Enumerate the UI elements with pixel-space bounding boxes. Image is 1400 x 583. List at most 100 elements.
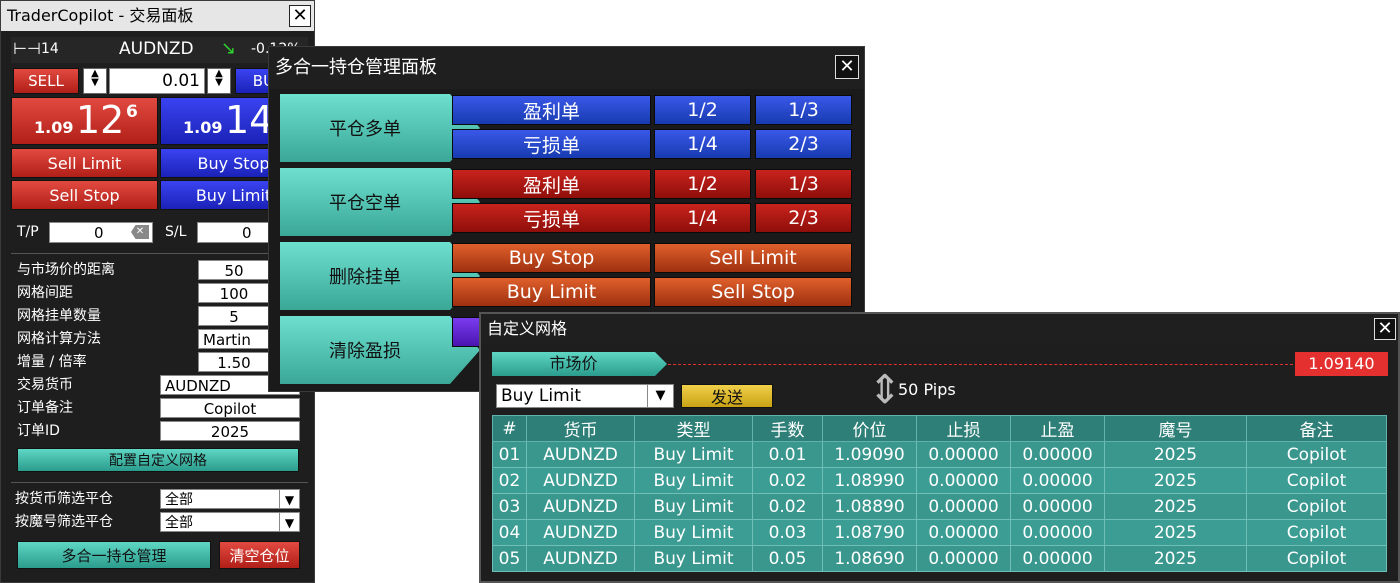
sl-label: S/L xyxy=(165,224,187,240)
table-cell: 1.08990 xyxy=(822,467,917,494)
tp-input[interactable]: 0 ✕ xyxy=(49,222,153,243)
close-long-button[interactable]: 平仓多单 xyxy=(280,94,480,162)
param-label: 网格计算方法 xyxy=(17,331,101,347)
param-input[interactable]: Martin xyxy=(198,329,270,349)
column-header: 止盈 xyxy=(1010,415,1105,442)
table-cell: Copilot xyxy=(1246,441,1387,468)
table-cell: AUDNZD xyxy=(526,519,635,546)
table-cell: 03 xyxy=(492,493,527,520)
table-cell: 04 xyxy=(492,519,527,546)
table-cell: 0.02 xyxy=(752,467,823,494)
clear-icon[interactable]: ✕ xyxy=(131,225,149,239)
lot-spinner-right[interactable]: ▲ ▼ xyxy=(207,68,231,94)
close-short-half-button[interactable]: 1/2 xyxy=(654,169,751,199)
close-long-two-thirds-button[interactable]: 2/3 xyxy=(755,129,852,159)
table-cell: 0.00000 xyxy=(1010,493,1105,520)
close-long-quarter-button[interactable]: 1/4 xyxy=(654,129,751,159)
close-short-button[interactable]: 平仓空单 xyxy=(280,168,480,236)
delete-buy-stop-button[interactable]: Buy Stop xyxy=(452,243,651,273)
filter-magic-select[interactable]: 全部 ▼ xyxy=(160,512,300,532)
sl-value: 0 xyxy=(242,224,252,242)
close-short-quarter-button[interactable]: 1/4 xyxy=(654,203,751,233)
table-cell: Buy Limit xyxy=(634,493,753,520)
table-cell: Copilot xyxy=(1246,493,1387,520)
custom-grid-title: 自定义网格 xyxy=(481,314,1398,344)
table-cell: 0.02 xyxy=(752,493,823,520)
lot-input[interactable]: 0.01 xyxy=(109,68,205,94)
delete-sell-stop-button[interactable]: Sell Stop xyxy=(654,277,852,307)
close-short-profit-button[interactable]: 盈利单 xyxy=(452,169,651,199)
trading-panel-close-button[interactable]: ✕ xyxy=(289,5,311,27)
table-cell: 0.00000 xyxy=(916,441,1011,468)
sell-button[interactable]: SELL xyxy=(13,68,79,94)
chevron-down-icon: ▼ xyxy=(279,513,299,531)
column-header: # xyxy=(492,415,527,442)
table-row[interactable]: 01 AUDNZD Buy Limit 0.01 1.09090 0.00000 0.000… xyxy=(492,441,1387,468)
table-cell: 2025 xyxy=(1104,545,1247,572)
clear-pl-button[interactable]: 清除盈损 xyxy=(280,316,480,384)
table-cell: 1.09090 xyxy=(822,441,917,468)
param-input[interactable]: 1.50 xyxy=(198,352,270,372)
sell-price-box[interactable]: 1.09 12 6 xyxy=(11,97,158,145)
filter-magic-label: 按魔号筛选平仓 xyxy=(15,514,113,530)
filter-currency-select[interactable]: 全部 ▼ xyxy=(160,489,300,509)
send-button[interactable]: 发送 xyxy=(681,384,773,408)
table-header-row: # 货币 类型 手数 价位 止损 止盈 魔号 备注 xyxy=(492,415,1387,442)
param-input[interactable]: 100 xyxy=(198,283,270,303)
table-cell: 05 xyxy=(492,545,527,572)
spread-value: 14 xyxy=(41,41,59,57)
close-short-loss-button[interactable]: 亏损单 xyxy=(452,203,651,233)
param-input[interactable]: Copilot xyxy=(160,398,300,418)
table-row[interactable]: 03 AUDNZD Buy Limit 0.02 1.08890 0.00000 0.000… xyxy=(492,493,1387,520)
multi-manage-close-button[interactable]: ✕ xyxy=(835,55,859,79)
close-short-group: 平仓空单 盈利单 亏损单 1/2 1/3 1/4 2/3 xyxy=(280,168,855,236)
close-short-third-button[interactable]: 1/3 xyxy=(755,169,852,199)
filter-currency-value: 全部 xyxy=(165,492,193,508)
table-cell: 0.00000 xyxy=(1010,545,1105,572)
table-cell: 1.08790 xyxy=(822,519,917,546)
table-body: 01 AUDNZD Buy Limit 0.01 1.09090 0.00000 0.000… xyxy=(492,441,1387,572)
column-header: 备注 xyxy=(1246,415,1387,442)
delete-pending-button[interactable]: 删除挂单 xyxy=(280,242,480,310)
chevron-down-icon: ▼ xyxy=(279,490,299,508)
buy-price-small: 1.09 xyxy=(183,118,223,137)
table-cell: 0.00000 xyxy=(916,519,1011,546)
custom-grid-close-button[interactable]: ✕ xyxy=(1374,318,1396,340)
close-long-profit-button[interactable]: 盈利单 xyxy=(452,95,651,125)
filter-magic-value: 全部 xyxy=(165,515,193,531)
sell-limit-button[interactable]: Sell Limit xyxy=(11,148,158,178)
param-input[interactable]: 5 xyxy=(198,306,270,326)
multi-manage-button[interactable]: 多合一持仓管理 xyxy=(17,541,211,569)
table-cell: 1.08690 xyxy=(822,545,917,572)
param-label: 订单备注 xyxy=(17,400,73,416)
vertical-arrow-icon: ⇕ xyxy=(868,367,902,413)
param-input[interactable]: 2025 xyxy=(160,421,300,441)
sell-stop-button[interactable]: Sell Stop xyxy=(11,180,158,210)
close-long-third-button[interactable]: 1/3 xyxy=(755,95,852,125)
table-row[interactable]: 02 AUDNZD Buy Limit 0.02 1.08990 0.00000 0.000… xyxy=(492,467,1387,494)
config-grid-button[interactable]: 配置自定义网格 xyxy=(17,448,299,472)
lot-spinner-left[interactable]: ▲ ▼ xyxy=(83,68,107,94)
trend-down-icon: ↘ xyxy=(221,38,237,59)
close-long-loss-button[interactable]: 亏损单 xyxy=(452,129,651,159)
table-row[interactable]: 05 AUDNZD Buy Limit 0.05 1.08690 0.00000 0.000… xyxy=(492,545,1387,572)
param-input[interactable]: 50 xyxy=(198,260,270,280)
order-type-select[interactable]: Buy Limit ▼ xyxy=(496,384,674,408)
close-all-button[interactable]: 清空仓位 xyxy=(219,541,300,569)
table-cell: 0.00000 xyxy=(1010,467,1105,494)
column-header: 手数 xyxy=(752,415,823,442)
table-cell: 0.00000 xyxy=(916,493,1011,520)
table-row[interactable]: 04 AUDNZD Buy Limit 0.03 1.08790 0.00000 0.000… xyxy=(492,519,1387,546)
table-cell: Buy Limit xyxy=(634,519,753,546)
divider xyxy=(11,253,308,254)
close-short-two-thirds-button[interactable]: 2/3 xyxy=(755,203,852,233)
market-price-tag: 市场价 xyxy=(492,352,667,376)
divider xyxy=(11,482,308,483)
delete-buy-limit-button[interactable]: Buy Limit xyxy=(452,277,651,307)
table-cell: 0.00000 xyxy=(916,545,1011,572)
close-long-half-button[interactable]: 1/2 xyxy=(654,95,751,125)
delete-sell-limit-button[interactable]: Sell Limit xyxy=(654,243,852,273)
table-cell: 2025 xyxy=(1104,441,1247,468)
table-cell: Copilot xyxy=(1246,545,1387,572)
table-cell: 0.00000 xyxy=(916,467,1011,494)
